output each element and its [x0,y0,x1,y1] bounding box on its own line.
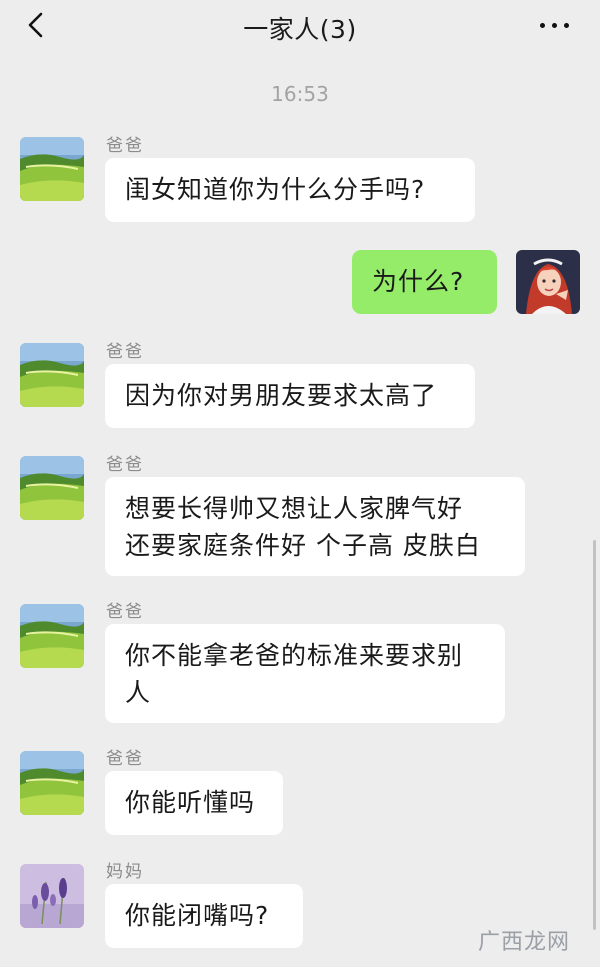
message-timestamp: 16:53 [271,82,329,106]
chat-header: 一家人(3) [0,0,600,52]
my-avatar[interactable] [516,250,580,314]
my-message-bubble[interactable]: 为什么? [352,250,497,314]
watermark-text: 广西龙网 [477,930,570,955]
more-dots-icon[interactable] [538,14,572,38]
dad-avatar[interactable] [20,343,84,407]
message-bubble[interactable]: 想要长得帅又想让人家脾气好 还要家庭条件好 个子高 皮肤白 [105,477,525,576]
scrollbar[interactable] [593,540,596,930]
message-bubble[interactable]: 因为你对男朋友要求太高了 [105,364,475,428]
message-text-line: 想要长得帅又想让人家脾气好 [125,494,464,523]
sender-name: 爸爸 [106,455,144,475]
dad-avatar[interactable] [20,456,84,520]
chat-title: 一家人(3) [243,15,357,44]
mom-avatar[interactable] [20,864,84,928]
dad-avatar[interactable] [20,751,84,815]
sender-name: 爸爸 [106,602,144,622]
message-text-line: 你不能拿老爸的标准来要求别 [125,641,464,670]
dad-avatar[interactable] [20,137,84,201]
sender-name: 爸爸 [106,136,144,156]
message-text-line: 还要家庭条件好 个子高 皮肤白 [125,531,481,560]
message-text: 为什么? [372,267,465,296]
message-bubble[interactable]: 闺女知道你为什么分手吗? [105,158,475,222]
message-bubble[interactable]: 你不能拿老爸的标准来要求别 人 [105,624,505,723]
message-bubble[interactable]: 你能闭嘴吗? [105,884,303,948]
message-text: 你能闭嘴吗? [125,901,270,930]
message-bubble[interactable]: 你能听懂吗 [105,771,283,835]
message-text-line: 人 [125,678,152,707]
message-text: 因为你对男朋友要求太高了 [125,381,438,410]
sender-name: 爸爸 [106,342,144,362]
dad-avatar[interactable] [20,604,84,668]
message-text: 你能听懂吗 [125,788,256,817]
sender-name: 爸爸 [106,749,144,769]
sender-name: 妈妈 [106,862,144,882]
message-text: 闺女知道你为什么分手吗? [125,175,426,204]
